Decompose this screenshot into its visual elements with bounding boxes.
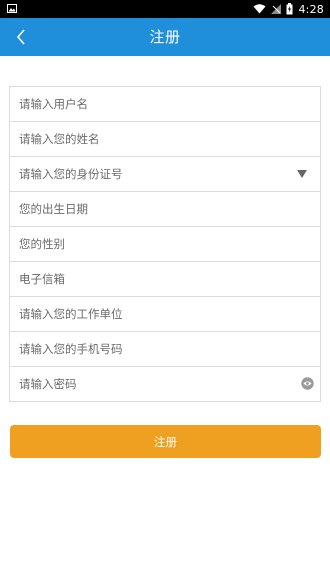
clock: 4:28 [298,2,324,16]
field-placeholder: 请输入您的手机号码 [19,342,123,356]
battery-icon [286,3,293,15]
email-input[interactable]: 电子信箱 [9,261,321,297]
signal-icon [271,4,282,14]
image-icon [7,4,17,13]
workplace-input[interactable]: 请输入您的工作单位 [9,296,321,332]
field-placeholder: 请输入您的身份证号 [19,167,123,181]
password-input[interactable]: 请输入密码 [9,366,321,402]
field-placeholder: 请输入密码 [19,377,77,391]
app-bar: 注册 [0,18,330,56]
dropdown-arrow-icon[interactable] [297,170,307,178]
wifi-icon [253,4,266,14]
name-input[interactable]: 请输入您的姓名 [9,121,321,157]
gender-input[interactable]: 您的性别 [9,226,321,262]
register-button[interactable]: 注册 [10,425,321,458]
phone-input[interactable]: 请输入您的手机号码 [9,331,321,367]
page-title: 注册 [149,28,181,46]
field-placeholder: 请输入您的姓名 [19,132,100,146]
status-bar: 4:28 [0,0,330,18]
field-placeholder: 电子信箱 [19,272,65,286]
field-placeholder: 请输入用户名 [19,97,88,111]
field-placeholder: 您的出生日期 [19,202,88,216]
id-type-select[interactable]: 请输入您的身份证号 [9,156,321,192]
register-form: 请输入用户名 请输入您的姓名 请输入您的身份证号 您的出生日期 您的性别 电子信… [9,86,321,402]
username-input[interactable]: 请输入用户名 [9,86,321,122]
field-placeholder: 您的性别 [19,237,65,251]
field-placeholder: 请输入您的工作单位 [19,307,123,321]
birthdate-input[interactable]: 您的出生日期 [9,191,321,227]
eye-icon[interactable] [301,377,314,390]
